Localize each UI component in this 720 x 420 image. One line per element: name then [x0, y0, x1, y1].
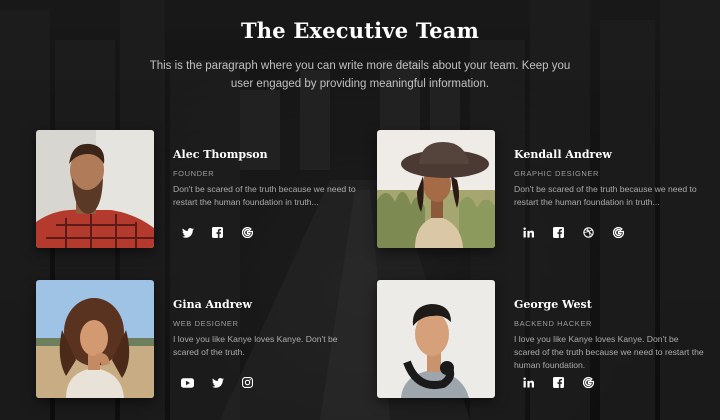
- member-role: GRAPHIC DESIGNER: [514, 169, 600, 178]
- google-icon[interactable]: [612, 226, 625, 239]
- linkedin-icon[interactable]: [522, 226, 535, 239]
- team-card-george-west: George West BACKEND HACKER I love you li…: [377, 280, 707, 398]
- member-info: George West BACKEND HACKER I love you li…: [514, 298, 704, 372]
- member-photo: [377, 280, 495, 398]
- google-icon[interactable]: [582, 376, 595, 389]
- member-role: FOUNDER: [173, 169, 215, 178]
- member-info: Alec Thompson FOUNDER Don't be scared of…: [173, 148, 363, 209]
- facebook-icon[interactable]: [211, 226, 224, 239]
- social-links: [522, 376, 595, 389]
- member-name: George West: [514, 298, 592, 311]
- member-name: Gina Andrew: [173, 298, 253, 311]
- youtube-icon[interactable]: [181, 376, 194, 389]
- dribbble-icon[interactable]: [582, 226, 595, 239]
- page-title: The Executive Team: [240, 18, 480, 43]
- team-card-kendall-andrew: Kendall Andrew GRAPHIC DESIGNER Don't be…: [377, 130, 707, 248]
- social-links: [181, 226, 254, 239]
- member-name: Alec Thompson: [173, 148, 268, 161]
- member-info: Kendall Andrew GRAPHIC DESIGNER Don't be…: [514, 148, 704, 209]
- instagram-icon[interactable]: [241, 376, 254, 389]
- twitter-icon[interactable]: [211, 376, 224, 389]
- member-bio: Don't be scared of the truth because we …: [173, 184, 356, 207]
- member-role: WEB DESIGNER: [173, 319, 239, 328]
- team-header: The Executive Team This is the paragraph…: [0, 18, 720, 93]
- twitter-icon[interactable]: [181, 226, 194, 239]
- team-card-alec-thompson: Alec Thompson FOUNDER Don't be scared of…: [36, 130, 366, 248]
- member-photo: [36, 130, 154, 248]
- team-card-gina-andrew: Gina Andrew WEB DESIGNER I love you like…: [36, 280, 366, 398]
- member-role: BACKEND HACKER: [514, 319, 592, 328]
- member-bio: Don't be scared of the truth because we …: [514, 184, 697, 207]
- linkedin-icon[interactable]: [522, 376, 535, 389]
- google-icon[interactable]: [241, 226, 254, 239]
- member-bio: I love you like Kanye loves Kanye. Don't…: [514, 334, 704, 370]
- member-name: Kendall Andrew: [514, 148, 612, 161]
- social-links: [522, 226, 625, 239]
- facebook-icon[interactable]: [552, 376, 565, 389]
- facebook-icon[interactable]: [552, 226, 565, 239]
- page-description: This is the paragraph where you can writ…: [149, 60, 571, 90]
- member-photo: [377, 130, 495, 248]
- social-links: [181, 376, 254, 389]
- member-bio: I love you like Kanye loves Kanye. Don't…: [173, 334, 338, 357]
- member-photo: [36, 280, 154, 398]
- member-info: Gina Andrew WEB DESIGNER I love you like…: [173, 298, 363, 359]
